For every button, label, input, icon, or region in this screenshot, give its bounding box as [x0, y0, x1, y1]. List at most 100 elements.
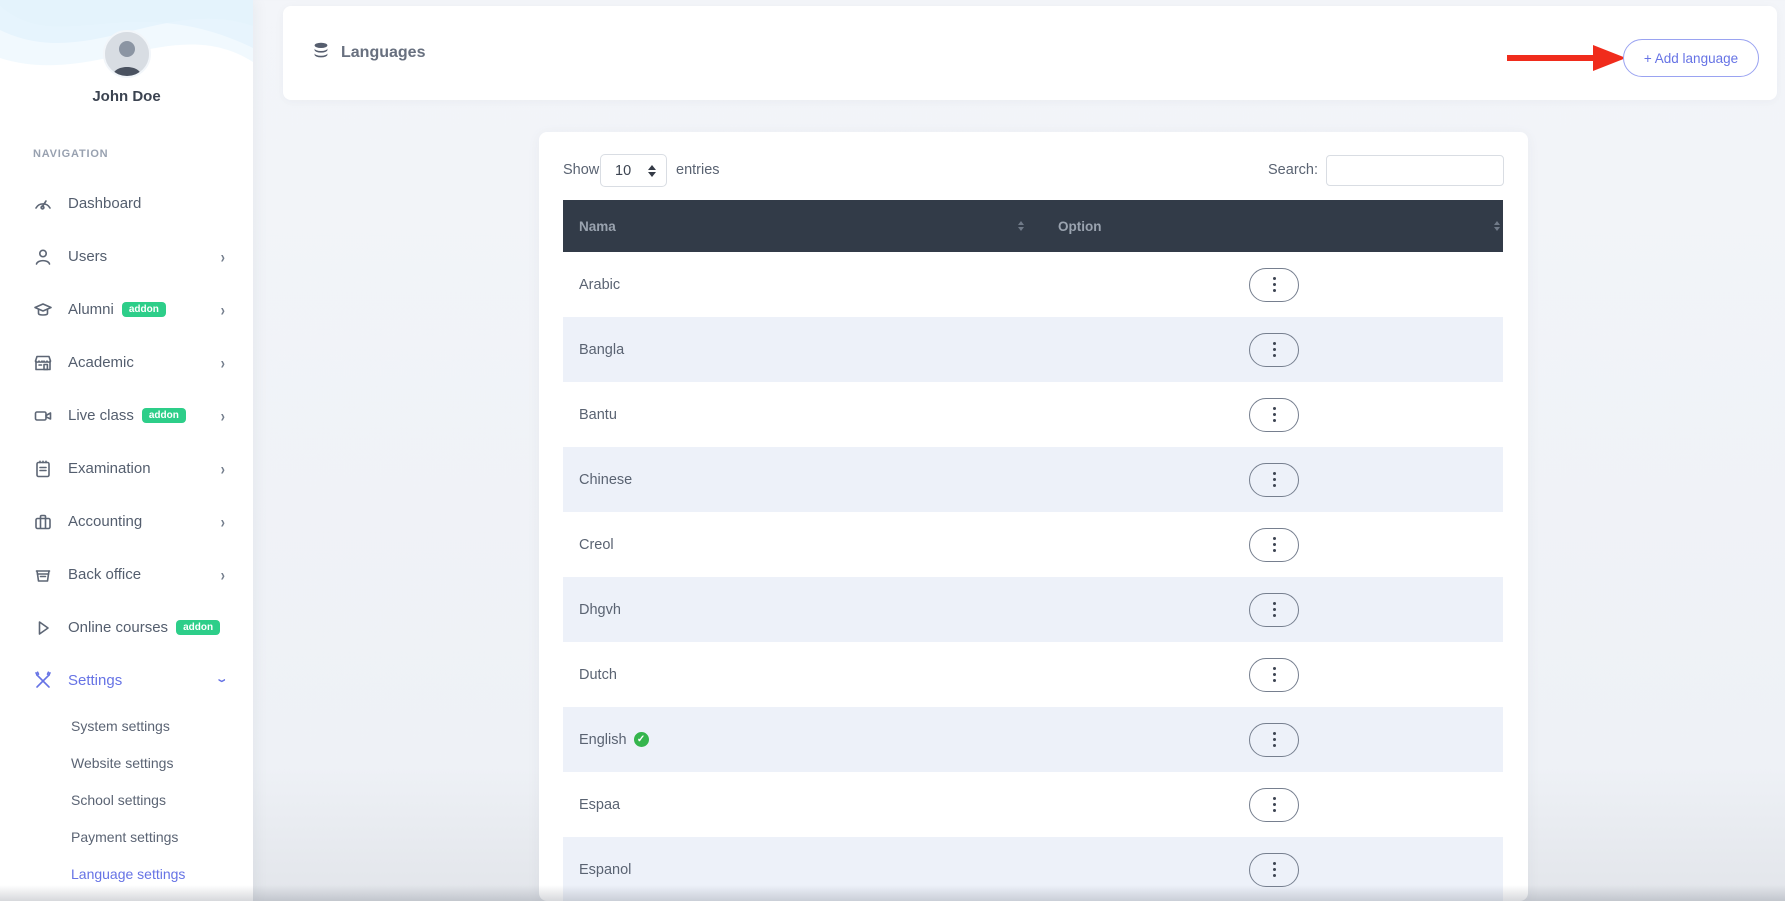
row-options-button[interactable]	[1249, 722, 1299, 757]
table-row: Dhgvh	[563, 577, 1503, 642]
search-input[interactable]	[1326, 155, 1504, 186]
table-controls: Show 10 entries Search:	[539, 154, 1528, 188]
user-icon	[33, 247, 53, 267]
sort-icon	[1494, 221, 1500, 231]
language-name: Espaa	[579, 796, 621, 813]
profile-name: John Doe	[92, 88, 161, 105]
row-options-button[interactable]	[1249, 332, 1299, 367]
sort-icon	[1018, 221, 1024, 231]
subitem-label: Payment settings	[71, 828, 179, 845]
sidebar-subitem-language-settings[interactable]: Language settings	[0, 855, 253, 892]
chevron-right-icon: ›	[220, 299, 225, 320]
chevron-down-icon: ›	[213, 678, 233, 683]
subitem-label: School settings	[71, 791, 166, 808]
page-title: Languages	[341, 44, 426, 61]
row-options-button[interactable]	[1249, 527, 1299, 562]
row-options-button[interactable]	[1249, 657, 1299, 692]
sidebar-item-online-courses[interactable]: Online courses addon	[0, 601, 253, 654]
sidebar: John Doe NAVIGATION Dashboard Users › Al…	[0, 0, 253, 901]
settings-submenu: System settings Website settings School …	[0, 707, 253, 892]
column-header-label: Nama	[579, 218, 616, 234]
subitem-label: Language settings	[71, 865, 186, 882]
sidebar-item-settings[interactable]: Settings ›	[0, 654, 253, 707]
table-row: Bangla	[563, 317, 1503, 382]
verified-check-icon: ✓	[633, 732, 649, 747]
nav-menu: Dashboard Users › Alumni addon › Academi…	[0, 177, 253, 892]
sidebar-item-label: Online courses	[68, 619, 169, 636]
search-label: Search:	[1268, 162, 1318, 178]
sidebar-item-users[interactable]: Users ›	[0, 230, 253, 283]
add-language-button[interactable]: + Add language	[1623, 39, 1759, 77]
table-row: Espaa	[563, 772, 1503, 837]
sidebar-item-accounting[interactable]: Accounting ›	[0, 495, 253, 548]
row-options-button[interactable]	[1249, 267, 1299, 302]
sidebar-item-label: Academic	[68, 354, 134, 371]
column-header-nama[interactable]: Nama	[563, 200, 1033, 252]
entries-per-page-select[interactable]: 10	[600, 154, 667, 187]
subitem-label: Website settings	[71, 754, 174, 771]
row-options-button[interactable]	[1249, 787, 1299, 822]
chevron-right-icon: ›	[220, 405, 225, 426]
sidebar-subitem-school-settings[interactable]: School settings	[0, 781, 253, 818]
table-header-row: Nama Option	[563, 200, 1503, 252]
briefcase-icon	[33, 512, 53, 532]
table-row: Espanol	[563, 837, 1503, 901]
gauge-icon	[33, 194, 53, 214]
column-header-option[interactable]: Option	[1033, 200, 1503, 252]
sidebar-subitem-system-settings[interactable]: System settings	[0, 707, 253, 744]
language-name: English	[579, 731, 627, 748]
row-options-button[interactable]	[1249, 397, 1299, 432]
video-camera-icon	[33, 406, 53, 426]
show-label: Show	[563, 162, 600, 178]
addon-badge: addon	[121, 302, 166, 317]
language-name: Dutch	[579, 666, 617, 683]
sidebar-item-academic[interactable]: Academic ›	[0, 336, 253, 389]
sidebar-item-label: Users	[68, 248, 108, 265]
sidebar-item-examination[interactable]: Examination ›	[0, 442, 253, 495]
row-options-button[interactable]	[1249, 592, 1299, 627]
language-name: Bangla	[579, 341, 625, 358]
subitem-label: System settings	[71, 717, 170, 734]
row-options-button[interactable]	[1249, 852, 1299, 887]
column-header-label: Option	[1058, 218, 1102, 234]
chevron-right-icon: ›	[220, 511, 225, 532]
row-options-button[interactable]	[1249, 462, 1299, 497]
storefront-icon	[33, 353, 53, 373]
addon-badge: addon	[176, 620, 221, 635]
tools-icon	[33, 670, 53, 691]
language-name: Espanol	[579, 861, 632, 878]
sidebar-item-label: Alumni	[68, 301, 114, 318]
chevron-right-icon: ›	[220, 246, 225, 267]
table-row: Bantu	[563, 382, 1503, 447]
avatar	[103, 30, 151, 78]
sidebar-item-live-class[interactable]: Live class addon ›	[0, 389, 253, 442]
language-name: Dhgvh	[579, 601, 621, 618]
table-row: Arabic	[563, 252, 1503, 317]
sidebar-item-alumni[interactable]: Alumni addon ›	[0, 283, 253, 336]
sidebar-item-label: Settings	[68, 672, 123, 689]
table-row: Chinese	[563, 447, 1503, 512]
sidebar-item-label: Live class	[68, 407, 134, 424]
chevron-right-icon: ›	[220, 564, 225, 585]
language-name: Creol	[579, 536, 614, 553]
select-stepper-icon	[648, 164, 656, 177]
sidebar-item-dashboard[interactable]: Dashboard	[0, 177, 253, 230]
entries-label: entries	[676, 162, 720, 178]
graduation-cap-icon	[33, 300, 53, 320]
sidebar-item-label: Dashboard	[68, 195, 142, 212]
language-name: Arabic	[579, 276, 621, 293]
sidebar-subitem-payment-settings[interactable]: Payment settings	[0, 818, 253, 855]
sidebar-item-label: Examination	[68, 460, 151, 477]
nav-section-label: NAVIGATION	[33, 148, 109, 160]
table-row: Creol	[563, 512, 1503, 577]
table-row: English ✓	[563, 707, 1503, 772]
language-name: Chinese	[579, 471, 633, 488]
sidebar-subitem-website-settings[interactable]: Website settings	[0, 744, 253, 781]
printer-icon	[33, 565, 53, 585]
languages-table: Nama Option Arabic Bangla Bantu Chinese …	[563, 200, 1503, 901]
database-icon	[311, 41, 331, 66]
addon-badge: addon	[141, 408, 186, 423]
sidebar-item-back-office[interactable]: Back office ›	[0, 548, 253, 601]
play-icon	[33, 618, 53, 638]
chevron-right-icon: ›	[220, 352, 225, 373]
